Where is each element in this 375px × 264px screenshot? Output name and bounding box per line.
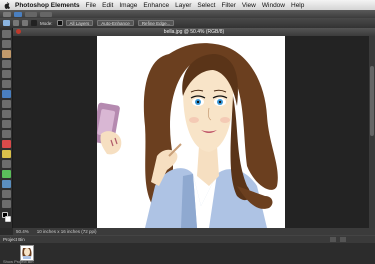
menu-edit[interactable]: Edit — [102, 2, 113, 9]
document-tab[interactable]: bella.jpg @ 50.4% (RGB/8) — [13, 28, 375, 36]
zoom-readout[interactable]: 50.4% — [16, 229, 29, 234]
thumbnail-image — [22, 248, 32, 259]
eyedropper-tool-icon[interactable] — [2, 60, 11, 68]
project-bin-header: Project Bin — [0, 236, 375, 243]
workspace: bella.jpg @ 50.4% (RGB/8) — [13, 28, 375, 228]
blur-tool-icon[interactable] — [2, 190, 11, 198]
spot-healing-tool-icon[interactable] — [2, 110, 11, 118]
vertical-scrollbar[interactable] — [369, 36, 375, 228]
menu-image[interactable]: Image — [119, 2, 137, 9]
app-bar — [0, 10, 375, 18]
illustration-image — [97, 43, 278, 228]
tool-options-bar: Mode: All Layers Auto-Enhance Refine Edg… — [0, 18, 375, 28]
undo-button[interactable] — [25, 11, 37, 17]
bin-close-icon[interactable] — [340, 237, 346, 242]
show-project-bin-label[interactable]: Show Project Bin — [3, 259, 33, 264]
bin-options-icon[interactable] — [330, 237, 336, 242]
brush-tool-icon[interactable] — [2, 150, 11, 158]
menu-enhance[interactable]: Enhance — [143, 2, 169, 9]
auto-enhance-checkbox[interactable]: Auto-Enhance — [97, 20, 134, 26]
document-info: 10 inches x 16 inches (72 ppi) — [36, 229, 97, 234]
all-layers-checkbox[interactable]: All Layers — [65, 20, 94, 26]
gradient-tool-icon[interactable] — [2, 170, 11, 178]
close-document-icon[interactable] — [16, 29, 21, 34]
lasso-tool-icon[interactable] — [2, 80, 11, 88]
quick-selection-tool-icon[interactable] — [2, 90, 11, 98]
menu-help[interactable]: Help — [291, 2, 304, 9]
shape-tool-icon[interactable] — [2, 180, 11, 188]
sponge-tool-icon[interactable] — [2, 200, 11, 208]
mode-label: Mode: — [40, 20, 53, 26]
menu-window[interactable]: Window — [262, 2, 285, 9]
menu-select[interactable]: Select — [197, 2, 215, 9]
mode-swatch[interactable] — [56, 20, 63, 26]
menu-view[interactable]: View — [242, 2, 256, 9]
add-selection-icon[interactable] — [22, 20, 28, 26]
marquee-tool-icon[interactable] — [2, 70, 11, 78]
scrollbar-thumb[interactable] — [370, 66, 374, 136]
quick-selection-icon[interactable] — [3, 20, 10, 26]
image-canvas[interactable] — [97, 36, 285, 228]
menu-filter[interactable]: Filter — [221, 2, 235, 9]
document-title: bella.jpg @ 50.4% (RGB/8) — [163, 29, 225, 35]
menu-file[interactable]: File — [86, 2, 96, 9]
menu-bar: Photoshop Elements File Edit Image Enhan… — [0, 0, 375, 10]
app-menu[interactable]: Photoshop Elements — [15, 2, 80, 9]
project-bin: Project Bin Show Project Bin — [0, 235, 375, 264]
brush-size-icon[interactable] — [31, 20, 37, 26]
home-button[interactable] — [3, 11, 11, 17]
menu-layer[interactable]: Layer — [175, 2, 191, 9]
zoom-tool-icon[interactable] — [2, 40, 11, 48]
eraser-tool-icon[interactable] — [2, 140, 11, 148]
new-selection-icon[interactable] — [13, 20, 19, 26]
move-tool-icon[interactable] — [2, 30, 11, 38]
workspace-button[interactable] — [14, 11, 22, 17]
crop-tool-icon[interactable] — [2, 130, 11, 138]
status-bar: 50.4% 10 inches x 16 inches (72 ppi) — [13, 228, 375, 235]
background-color-swatch[interactable] — [5, 216, 11, 222]
clone-stamp-tool-icon[interactable] — [2, 120, 11, 128]
apple-icon[interactable] — [4, 1, 10, 9]
red-eye-tool-icon[interactable] — [2, 100, 11, 108]
toolbox — [0, 28, 13, 228]
paint-bucket-tool-icon[interactable] — [2, 160, 11, 168]
hand-tool-icon[interactable] — [2, 50, 11, 58]
refine-edge-button[interactable]: Refine Edge... — [137, 20, 175, 26]
redo-button[interactable] — [40, 11, 52, 17]
